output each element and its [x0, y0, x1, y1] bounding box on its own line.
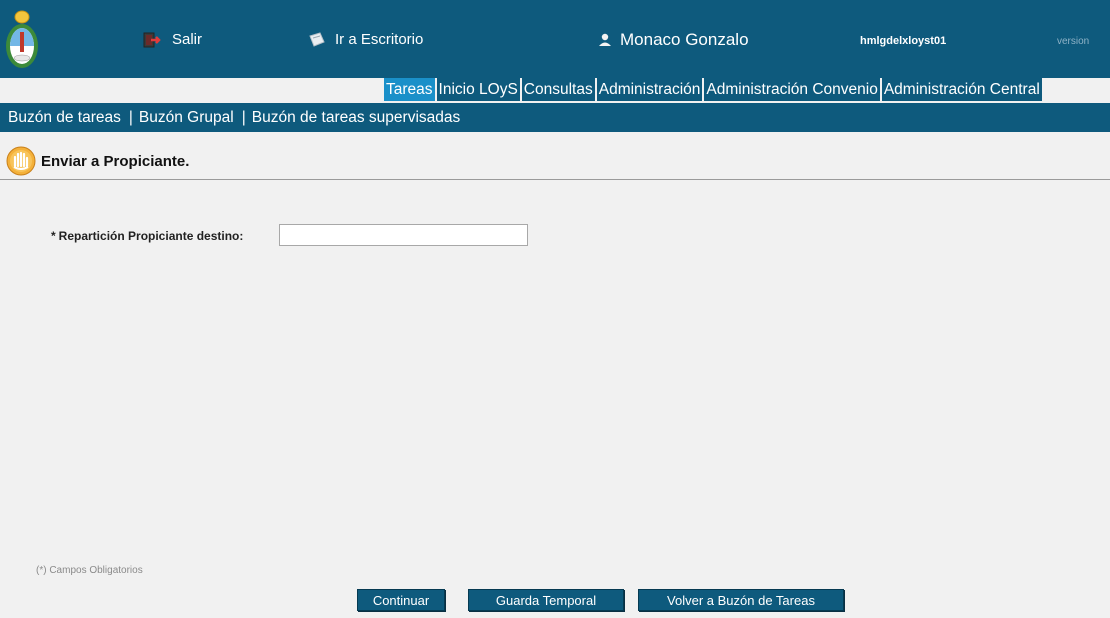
user-info: Monaco Gonzalo	[598, 30, 749, 50]
version-label: version	[1057, 36, 1090, 47]
wizard-hand-icon	[6, 146, 36, 176]
main-menu-tabs: Tareas Inicio LOyS Consultas Administración…	[384, 78, 1044, 101]
ir-a-escritorio-link[interactable]: Ir a Escritorio	[308, 31, 423, 48]
submenu-separator: |	[241, 109, 246, 126]
header-bar: Salir Ir a Escritorio Monaco Gonzalo hml…	[0, 0, 1110, 78]
desktop-icon	[308, 31, 326, 48]
argentina-coat-of-arms-icon[interactable]	[4, 8, 40, 74]
escritorio-label: Ir a Escritorio	[335, 31, 424, 48]
reparticion-propiciante-input[interactable]	[279, 224, 528, 246]
volver-buzon-button[interactable]: Volver a Buzón de Tareas	[638, 589, 844, 611]
logout-icon	[143, 32, 163, 48]
page-title: Enviar a Propiciante.	[41, 152, 190, 170]
submenu-buzon-grupal[interactable]: Buzón Grupal	[139, 109, 234, 126]
tab-administracion[interactable]: Administración	[596, 78, 703, 101]
salir-label: Salir	[172, 31, 203, 48]
continuar-button[interactable]: Continuar	[357, 589, 445, 611]
main-menu: Tareas Inicio LOyS Consultas Administración…	[0, 78, 1110, 101]
sub-menu: Buzón de tareas | Buzón Grupal | Buzón de ta…	[0, 103, 1110, 132]
salir-link[interactable]: Salir	[143, 31, 202, 48]
required-mark: *	[51, 229, 56, 243]
required-fields-note: (*) Campos Obligatorios	[36, 565, 143, 576]
tab-administracion-central[interactable]: Administración Central	[881, 78, 1042, 101]
tab-consultas[interactable]: Consultas	[521, 78, 595, 101]
tab-inicio-loys[interactable]: Inicio LOyS	[436, 78, 520, 101]
hostname: hmlgdelxloyst01	[860, 35, 947, 47]
submenu-buzon-supervisadas[interactable]: Buzón de tareas supervisadas	[252, 109, 461, 126]
tab-administracion-convenio[interactable]: Administración Convenio	[704, 78, 880, 101]
tab-tareas[interactable]: Tareas	[384, 78, 435, 101]
page-title-row: Enviar a Propiciante.	[0, 144, 1110, 178]
title-divider	[0, 179, 1110, 180]
submenu-separator: |	[128, 109, 133, 126]
user-icon	[598, 33, 612, 47]
page: Salir Ir a Escritorio Monaco Gonzalo hml…	[0, 0, 1110, 618]
reparticion-label: * Repartición Propiciante destino:	[51, 229, 243, 243]
user-name: Monaco Gonzalo	[620, 30, 749, 49]
guarda-temporal-button[interactable]: Guarda Temporal	[468, 589, 624, 611]
submenu-buzon-de-tareas[interactable]: Buzón de tareas	[8, 109, 121, 126]
reparticion-label-text: Repartición Propiciante destino:	[58, 229, 244, 243]
